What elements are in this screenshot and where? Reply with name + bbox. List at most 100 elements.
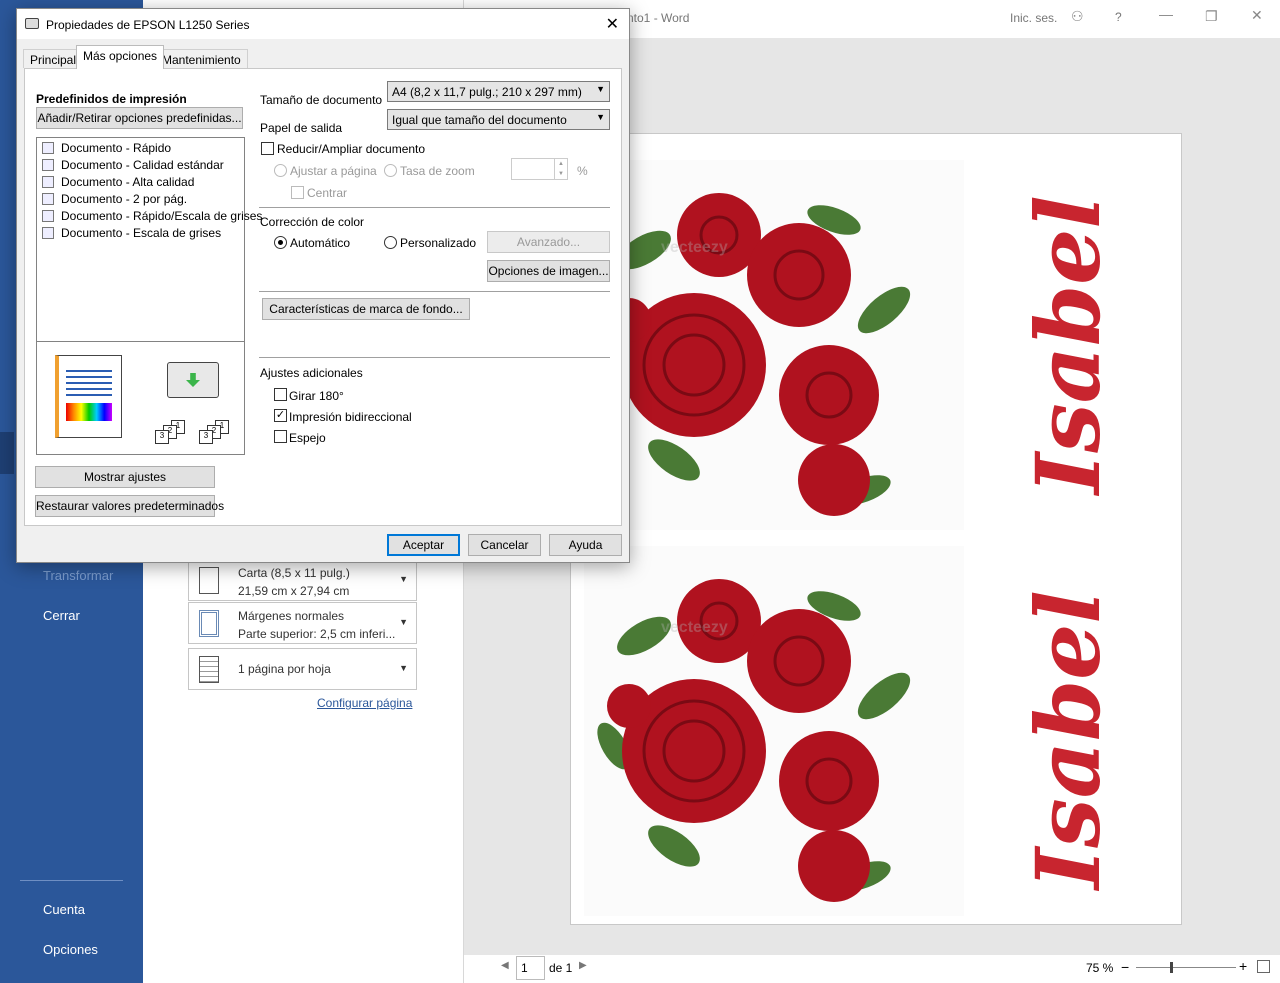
mirror-label: Espejo [289, 431, 326, 445]
reduce-enlarge-label: Reducir/Ampliar documento [277, 142, 426, 156]
bidirectional-checkbox[interactable]: ✓ [274, 409, 287, 422]
zoom-rate-radio[interactable] [384, 164, 397, 177]
tab-principal[interactable]: Principal [23, 49, 84, 68]
zoom-level: 75 % [1086, 961, 1114, 975]
color-correction-header: Corrección de color [260, 215, 365, 229]
sidebar-item-opciones[interactable]: Opciones [43, 942, 98, 957]
paper-size-label: Carta (8,5 x 11 pulg.) [238, 566, 350, 580]
zoom-slider-thumb[interactable] [1170, 962, 1173, 973]
list-item[interactable]: Documento - Rápido [42, 141, 171, 155]
advanced-button[interactable]: Avanzado... [487, 231, 610, 253]
help-button[interactable]: Ayuda [549, 534, 622, 556]
margins-selector[interactable]: Márgenes normales Parte superior: 2,5 cm… [188, 602, 417, 644]
help-icon[interactable]: ? [1115, 10, 1122, 24]
center-label: Centrar [307, 186, 348, 200]
tab-mantenimiento[interactable]: Mantenimiento [155, 49, 248, 68]
presets-list[interactable]: Documento - Rápido Documento - Calidad e… [36, 137, 262, 342]
preview-page: vecteezy vecteezy Isabel Isabel [570, 133, 1182, 925]
chevron-down-icon: ▼ [596, 84, 605, 94]
name-text-bottom: Isabel [1016, 590, 1120, 889]
sign-in-link[interactable]: Inic. ses. [1010, 11, 1057, 25]
margins-detail: Parte superior: 2,5 cm inferi... [238, 627, 396, 641]
sidebar-selected-indicator [0, 432, 14, 474]
ok-button[interactable]: Aceptar [387, 534, 460, 556]
paper-size-selector[interactable]: Carta (8,5 x 11 pulg.) 21,59 cm x 27,94 … [188, 559, 417, 601]
image-options-button[interactable]: Opciones de imagen... [487, 260, 610, 282]
output-paper-select[interactable]: Igual que tamaño del documento ▼ [387, 109, 610, 130]
doc-size-label: Tamaño de documento [260, 93, 383, 107]
watermark-features-button[interactable]: Características de marca de fondo... [262, 298, 470, 320]
divider [259, 291, 610, 292]
sidebar-item-cuenta[interactable]: Cuenta [43, 902, 85, 917]
close-icon[interactable]: ✕ [606, 14, 619, 34]
list-item[interactable]: Documento - 2 por pág. [42, 192, 187, 206]
spinner-arrows-icon[interactable]: ▲ ▼ [554, 159, 567, 179]
page-stack-icon: 1 2 3 [155, 420, 189, 446]
next-page-icon[interactable]: ▶ [579, 960, 587, 971]
roses-graphic [597, 193, 911, 516]
document-icon [42, 159, 54, 171]
pages-per-sheet-selector[interactable]: 1 página por hoja ▼ [188, 648, 417, 690]
zoom-rate-spinner[interactable]: ▲ ▼ [511, 158, 568, 180]
center-checkbox[interactable] [291, 186, 304, 199]
prev-page-icon[interactable]: ◀ [501, 960, 509, 971]
restore-icon[interactable]: ❐ [1205, 8, 1218, 25]
printer-icon [25, 18, 39, 29]
printer-properties-dialog: Propiedades de EPSON L1250 Series ✕ Prin… [16, 8, 630, 563]
roses-image-bottom [584, 546, 964, 916]
grayscale-document-icon [42, 210, 54, 222]
divider [259, 357, 610, 358]
sidebar-item-transformar[interactable]: Transformar [43, 568, 113, 583]
chevron-down-icon: ▼ [399, 574, 408, 584]
pages-per-sheet-icon [199, 656, 219, 683]
bidirectional-label: Impresión bidireccional [289, 410, 412, 424]
rotate-180-checkbox[interactable] [274, 388, 287, 401]
watermark-text: vecteezy [661, 619, 728, 636]
tab-panel: Predefinidos de impresión Añadir/Retirar… [24, 68, 622, 526]
chevron-down-icon: ▼ [596, 112, 605, 122]
restore-defaults-button[interactable]: Restaurar valores predeterminados [35, 495, 224, 517]
zoom-out-button[interactable]: − [1121, 959, 1129, 975]
list-item[interactable]: Documento - Calidad estándar [42, 158, 224, 172]
pages-per-sheet-label: 1 página por hoja [238, 662, 331, 676]
zoom-in-button[interactable]: + [1239, 958, 1247, 974]
zoom-rate-label: Tasa de zoom [400, 164, 475, 178]
doc-size-select[interactable]: A4 (8,2 x 11,7 pulg.; 210 x 297 mm) ▼ [387, 81, 610, 102]
reduce-enlarge-checkbox[interactable] [261, 142, 274, 155]
chevron-down-icon: ▼ [399, 663, 408, 673]
custom-radio[interactable] [384, 236, 397, 249]
custom-label: Personalizado [400, 236, 477, 250]
grayscale-document-icon [42, 227, 54, 239]
document-preview-icon [55, 355, 122, 438]
close-window-icon[interactable]: ✕ [1251, 7, 1263, 24]
fit-page-icon[interactable] [1257, 960, 1270, 973]
zoom-slider[interactable] [1136, 962, 1236, 973]
list-item[interactable]: Documento - Alta calidad [42, 175, 194, 189]
page-setup-link[interactable]: Configurar página [317, 696, 412, 710]
sidebar-item-cerrar[interactable]: Cerrar [43, 608, 80, 623]
fit-page-radio[interactable] [274, 164, 287, 177]
document-icon [42, 142, 54, 154]
add-remove-presets-button[interactable]: Añadir/Retirar opciones predefinidas... [36, 107, 243, 129]
printer-illustration-icon [167, 362, 219, 398]
list-item[interactable]: Documento - Rápido/Escala de grises [42, 209, 262, 223]
share-person-icon[interactable]: ⚇ [1071, 8, 1084, 25]
list-item[interactable]: Documento - Escala de grises [42, 226, 221, 240]
preview-statusbar: ◀ 1 de 1 ▶ 75 % − + [464, 955, 1280, 983]
chevron-down-icon: ▼ [399, 617, 408, 627]
tab-mas-opciones[interactable]: Más opciones [76, 45, 165, 69]
mirror-checkbox[interactable] [274, 430, 287, 443]
show-settings-button[interactable]: Mostrar ajustes [35, 466, 215, 488]
page-count-label: de 1 [549, 961, 573, 975]
watermark-text: vecteezy [661, 239, 728, 256]
rotate-180-label: Girar 180° [289, 389, 344, 403]
fit-page-label: Ajustar a página [290, 164, 377, 178]
minimize-icon[interactable]: — [1159, 6, 1173, 22]
page-number-input[interactable]: 1 [516, 956, 545, 980]
dialog-title: Propiedades de EPSON L1250 Series [46, 18, 250, 32]
margins-label: Márgenes normales [238, 609, 345, 623]
automatic-radio[interactable] [274, 236, 287, 249]
cancel-button[interactable]: Cancelar [468, 534, 541, 556]
additional-settings-header: Ajustes adicionales [260, 366, 363, 380]
paper-size-dimensions: 21,59 cm x 27,94 cm [238, 584, 350, 598]
